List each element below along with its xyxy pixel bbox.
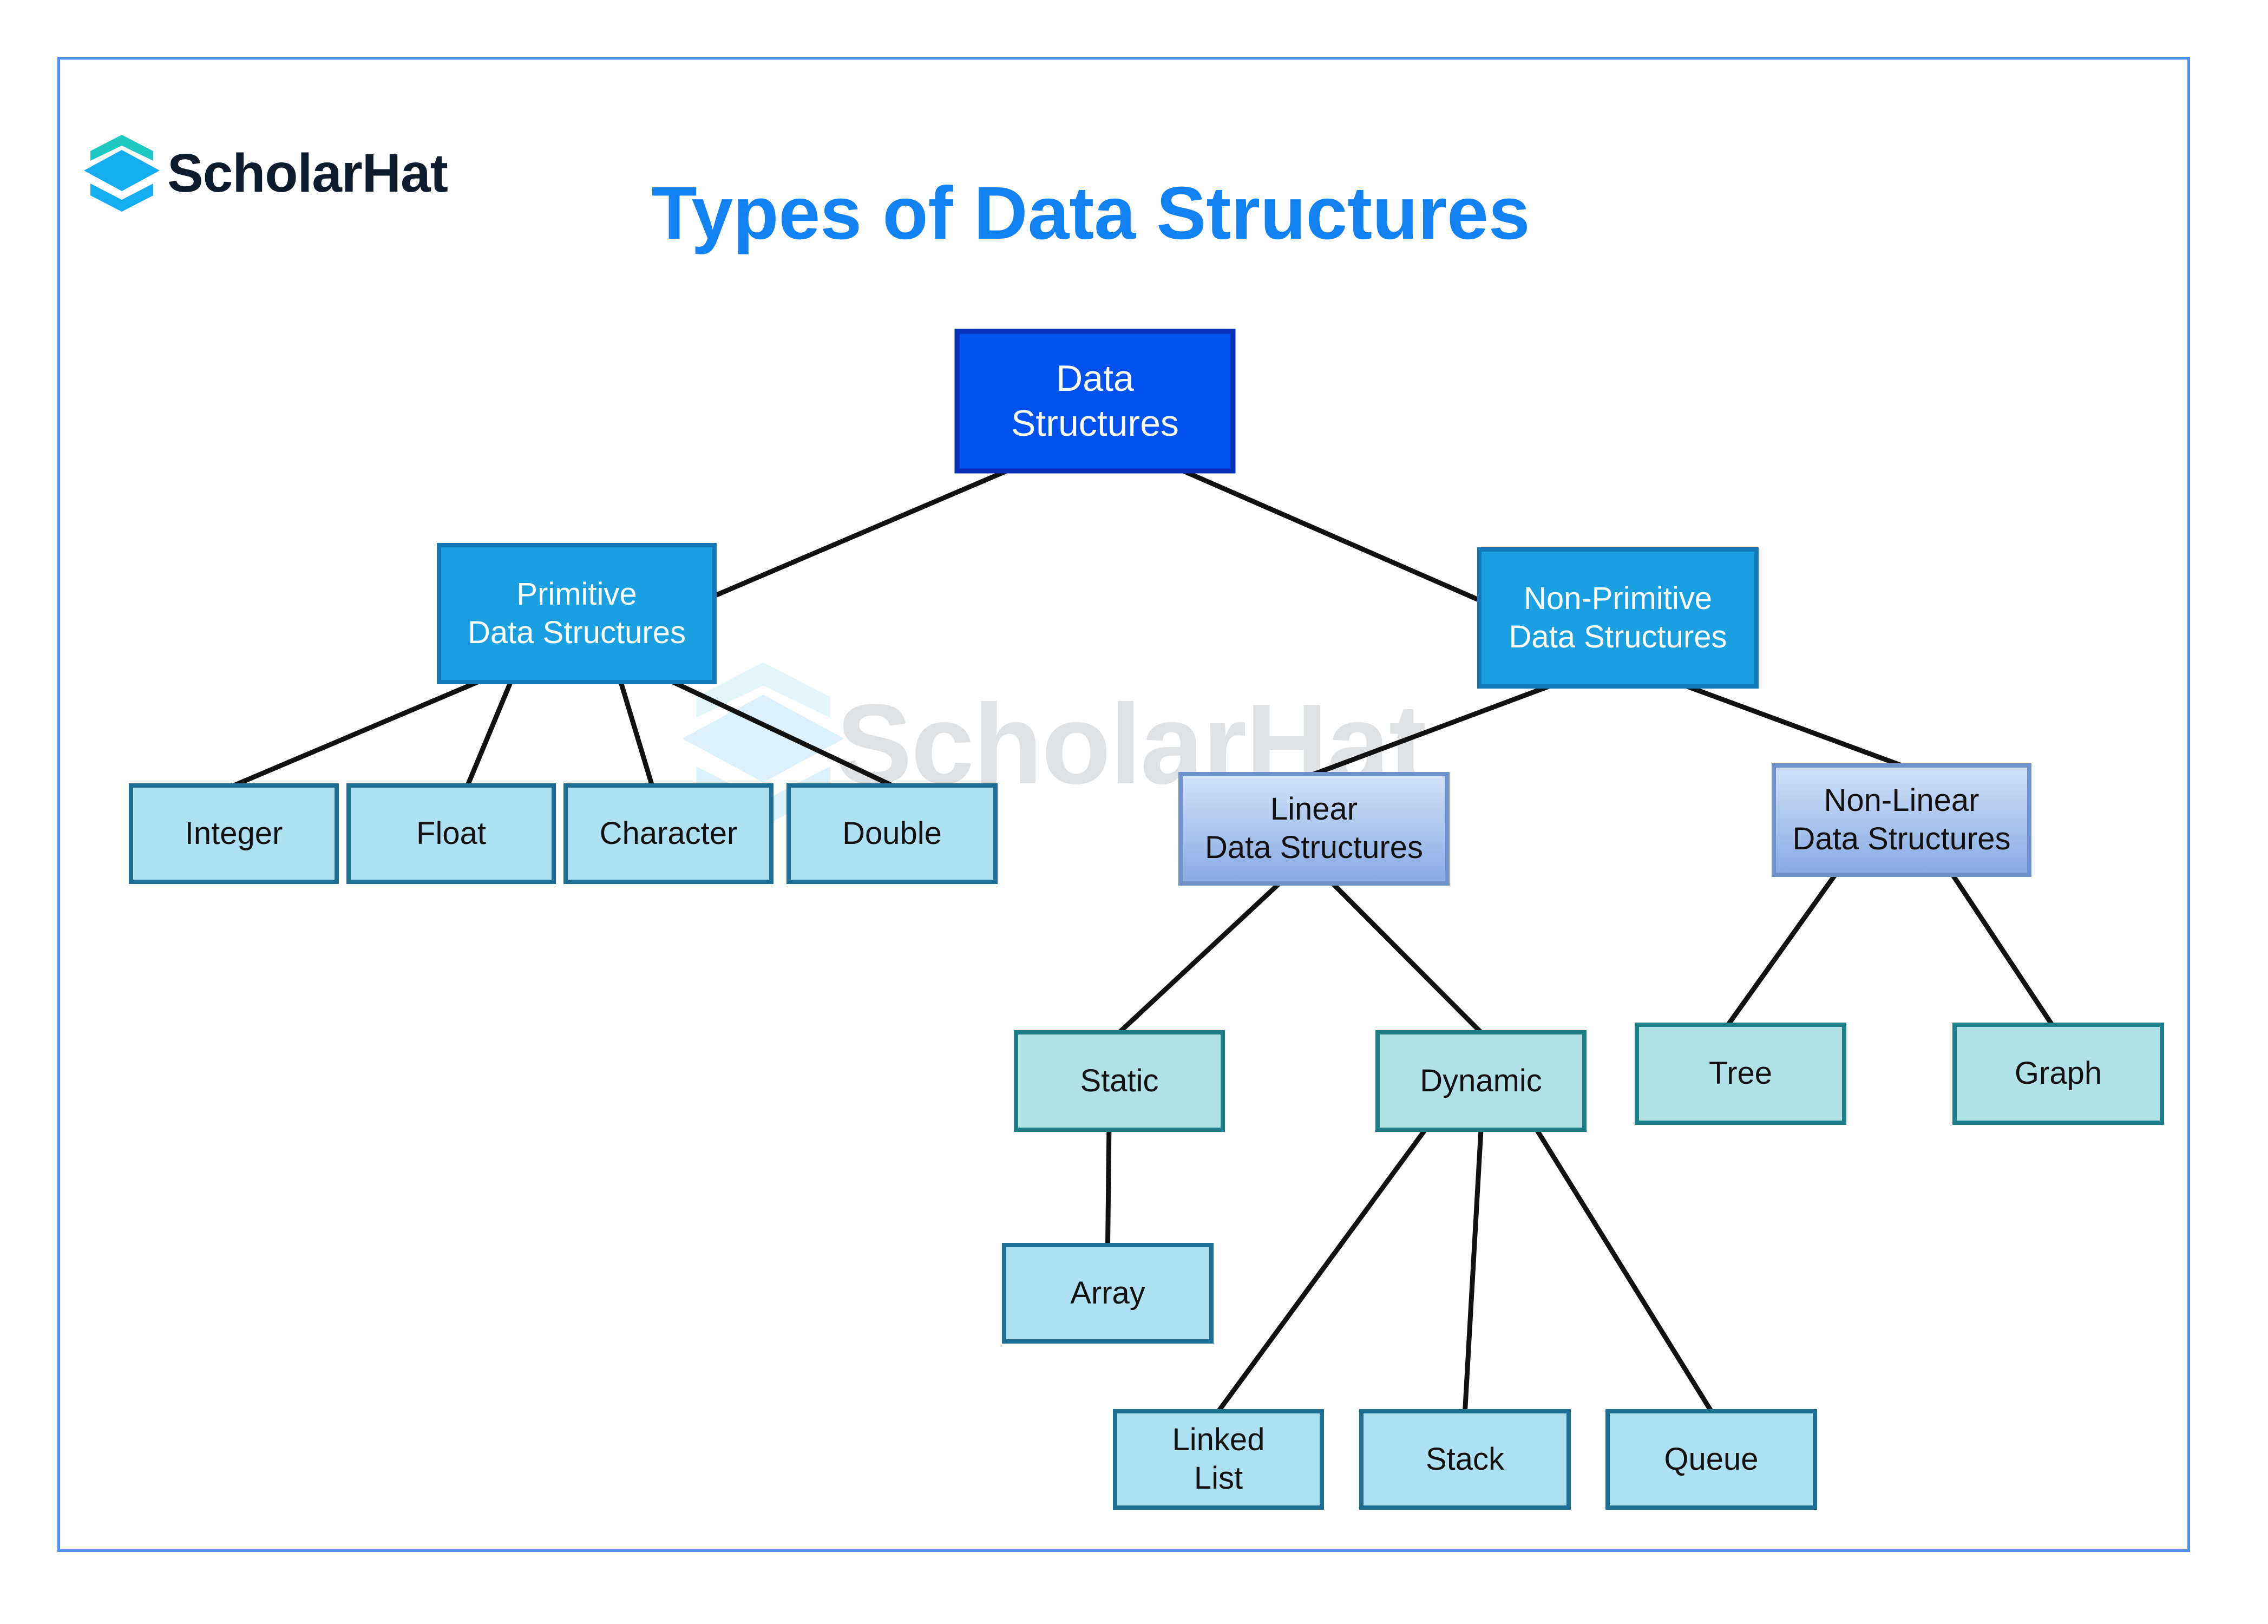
node-label-linear: Linear Data Structures [1205,791,1423,865]
connector-root-to-primitive [712,468,1010,599]
connector-linear-to-static [1117,881,1282,1035]
connector-primitive-to-double [671,679,895,788]
node-label-float: Float [416,815,486,851]
connector-linear-to-dynamic [1330,881,1484,1035]
connector-primitive-to-character [618,679,655,788]
node-label-linked-list: Linked List [1172,1422,1265,1496]
node-label-array: Array [1070,1275,1145,1311]
connector-dynamic-to-linked-list [1216,1127,1428,1414]
node-label-queue: Queue [1664,1441,1759,1477]
connector-root-to-non-primitive [1181,468,1482,603]
connector-non-primitive-to-non-linear [1684,684,1904,768]
node-label-tree: Tree [1708,1056,1773,1091]
connector-non-linear-to-tree [1726,872,1838,1027]
node-label-non-primitive: Non-Primitive Data Structures [1509,580,1727,654]
connector-primitive-to-integer [231,679,480,788]
connector-non-primitive-to-linear [1312,684,1551,777]
node-label-character: Character [599,815,738,851]
node-label-root: Data Structures [1011,358,1179,444]
node-label-double: Double [842,815,942,851]
node-label-stack: Stack [1425,1441,1505,1477]
node-label-primitive: Primitive Data Structures [468,576,686,650]
connector-non-linear-to-graph [1950,872,2055,1027]
node-label-non-linear: Non-Linear Data Structures [1792,783,2011,856]
connector-static-to-array [1105,1127,1112,1248]
connector-dynamic-to-stack [1463,1127,1484,1414]
node-label-graph: Graph [2014,1056,2102,1091]
node-label-integer: Integer [185,815,283,851]
node-label-static: Static [1080,1063,1159,1098]
connector-primitive-to-float [465,679,513,788]
node-label-dynamic: Dynamic [1420,1063,1542,1098]
connector-dynamic-to-queue [1534,1127,1714,1414]
